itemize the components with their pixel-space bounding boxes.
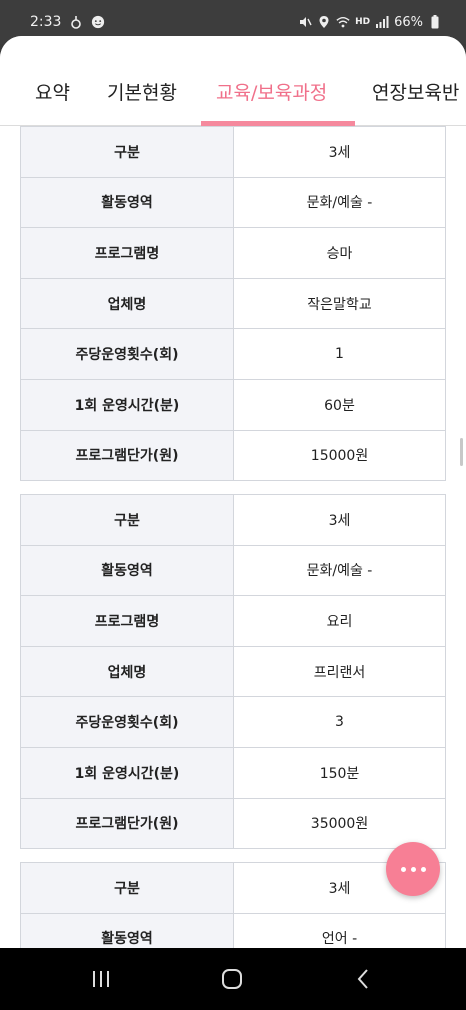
wifi-icon: [336, 15, 350, 29]
row-label: 주당운영횟수(회): [20, 696, 234, 748]
row-value: 150분: [233, 746, 446, 799]
recent-apps-button[interactable]: [86, 964, 116, 994]
row-label: 활동영역: [20, 544, 234, 597]
table-row: 프로그램명 승마: [20, 227, 446, 279]
more-dots-icon: [400, 866, 426, 872]
recent-apps-icon: [93, 971, 109, 987]
table-row: 활동영역 언어 -: [20, 912, 446, 948]
row-value: 작은말학교: [233, 277, 446, 330]
row-label: 주당운영횟수(회): [20, 328, 234, 380]
mute-icon: [298, 15, 312, 29]
tab-curriculum[interactable]: 교육/보육과정: [216, 78, 327, 105]
table-row: 주당운영횟수(회) 3: [20, 696, 446, 748]
table-row: 주당운영횟수(회) 1: [20, 328, 446, 380]
program-table: 구분 3세 활동영역 언어 -: [20, 862, 446, 948]
row-label: 1회 운영시간(분): [20, 746, 234, 799]
row-value: 60분: [233, 378, 446, 431]
table-row: 1회 운영시간(분) 150분: [20, 746, 446, 799]
row-value: 프리랜서: [233, 645, 446, 698]
notification-icon: [69, 15, 83, 29]
row-label: 프로그램단가(원): [20, 797, 234, 850]
home-icon: [222, 969, 242, 989]
app-face-icon: [91, 15, 105, 29]
row-value: 문화/예술 -: [233, 176, 446, 229]
row-value: 3: [233, 696, 446, 748]
row-value: 승마: [233, 227, 446, 279]
row-label: 프로그램단가(원): [20, 429, 234, 482]
table-row: 프로그램명 요리: [20, 595, 446, 647]
row-value: 3세: [233, 494, 446, 546]
program-table: 구분 3세 활동영역 문화/예술 - 프로그램명 요리 업체명 프리랜서 주당운영횟수(…: [20, 494, 446, 850]
row-value: 요리: [233, 595, 446, 647]
row-value: 언어 -: [233, 912, 446, 948]
tab-bar: 요약 기본현황 교육/보육과정 연장보육반: [0, 36, 466, 126]
scrollbar-thumb[interactable]: [460, 438, 463, 466]
program-list[interactable]: 구분 3세 활동영역 문화/예술 - 프로그램명 승마 업체명 작은말학교 주당운영횟수…: [0, 126, 466, 948]
home-button[interactable]: [217, 964, 247, 994]
row-value: 문화/예술 -: [233, 544, 446, 597]
row-label: 구분: [20, 126, 234, 178]
row-value: 15000원: [233, 429, 446, 482]
detail-sheet: 요약 기본현황 교육/보육과정 연장보육반 구분 3세 활동영역 문화/예술 - 프…: [0, 36, 466, 948]
back-icon: [357, 969, 368, 989]
table-row: 활동영역 문화/예술 -: [20, 176, 446, 229]
table-row: 구분 3세: [20, 494, 446, 546]
row-label: 구분: [20, 494, 234, 546]
back-button[interactable]: [348, 964, 378, 994]
row-label: 프로그램명: [20, 595, 234, 647]
tab-basic-status[interactable]: 기본현황: [107, 78, 177, 105]
row-value: 1: [233, 328, 446, 380]
table-row: 구분 3세: [20, 126, 446, 178]
tab-extended-care[interactable]: 연장보육반: [372, 78, 459, 105]
system-nav-bar: [0, 948, 466, 1010]
row-label: 업체명: [20, 277, 234, 330]
tab-summary[interactable]: 요약: [35, 78, 70, 105]
status-time: 2:33: [30, 14, 62, 30]
row-label: 활동영역: [20, 176, 234, 229]
more-options-button[interactable]: [386, 842, 440, 896]
signal-icon: [375, 15, 389, 29]
battery-icon: [428, 15, 442, 29]
table-row: 업체명 프리랜서: [20, 645, 446, 698]
battery-percent: 66%: [394, 14, 423, 30]
row-label: 업체명: [20, 645, 234, 698]
program-table: 구분 3세 활동영역 문화/예술 - 프로그램명 승마 업체명 작은말학교 주당운영횟수…: [20, 126, 446, 482]
table-row: 구분 3세: [20, 862, 446, 914]
row-label: 활동영역: [20, 912, 234, 948]
hd-badge: HD: [355, 17, 371, 27]
location-icon: [317, 15, 331, 29]
table-row: 업체명 작은말학교: [20, 277, 446, 330]
table-row: 프로그램단가(원) 35000원: [20, 797, 446, 850]
row-label: 1회 운영시간(분): [20, 378, 234, 431]
table-row: 1회 운영시간(분) 60분: [20, 378, 446, 431]
row-value: 3세: [233, 126, 446, 178]
table-row: 활동영역 문화/예술 -: [20, 544, 446, 597]
row-label: 프로그램명: [20, 227, 234, 279]
table-row: 프로그램단가(원) 15000원: [20, 429, 446, 482]
row-label: 구분: [20, 862, 234, 914]
